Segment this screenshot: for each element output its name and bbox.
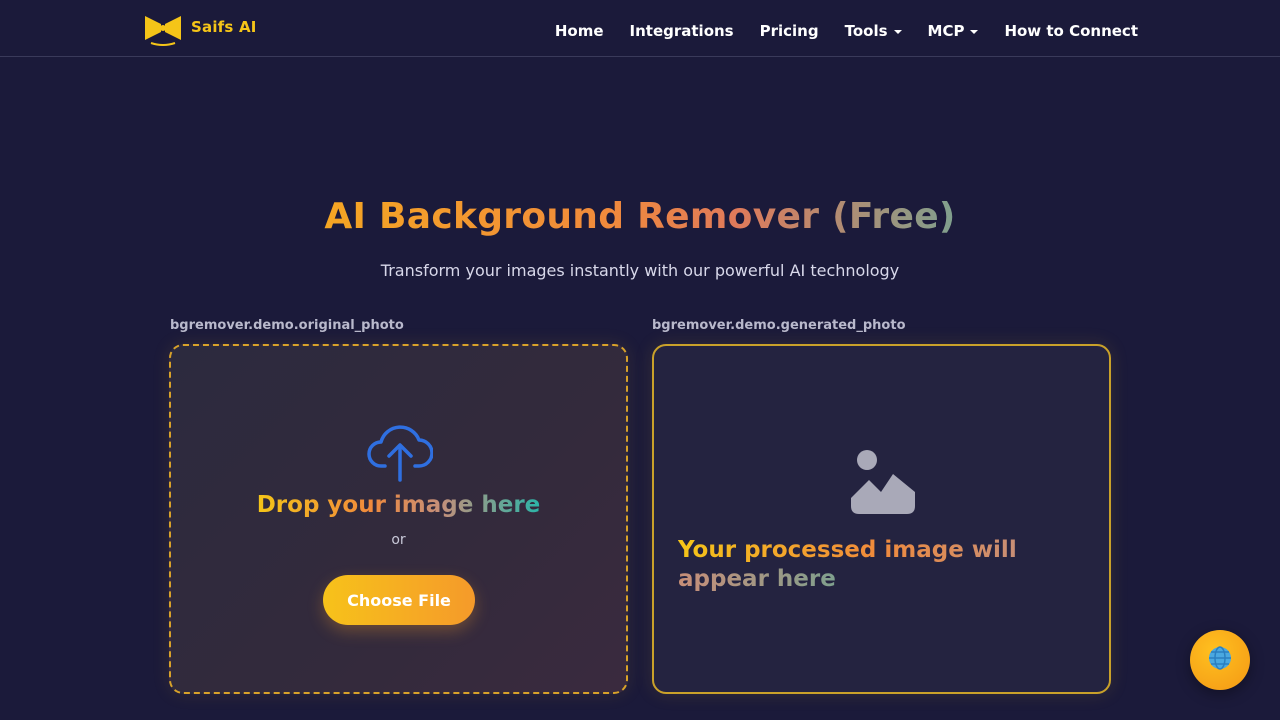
globe-icon [1207, 645, 1233, 675]
nav-links: Home Integrations Pricing Tools MCP How … [555, 22, 1138, 40]
language-button[interactable] [1190, 630, 1250, 690]
nav-home-label: Home [554, 22, 604, 40]
result-panel: Your processed image will appear here [652, 344, 1111, 694]
page-title: AI Background Remover (Free) [0, 196, 1280, 237]
nav-pricing[interactable]: Pricing [760, 22, 819, 40]
caret-down-icon [970, 30, 979, 34]
brand-name: Saifs AI [191, 18, 257, 36]
cloud-upload-icon [367, 420, 434, 482]
page-title-text: AI Background Remover (Free) [324, 196, 956, 237]
saifs-logo-icon [143, 12, 183, 46]
brand-logo-link[interactable]: Saifs AI [143, 12, 257, 46]
nav-mcp-label: MCP [927, 22, 965, 40]
nav-mcp-dropdown[interactable]: MCP [928, 22, 979, 40]
nav-tools-dropdown[interactable]: Tools [845, 22, 902, 40]
page-subtitle: Transform your images instantly with our… [380, 261, 900, 280]
drop-instructions: Drop your image here [171, 492, 626, 518]
generated-photo-label: bgremover.demo.generated_photo [652, 318, 906, 333]
upload-dropzone[interactable]: Drop your image here or Choose File [169, 344, 628, 694]
result-placeholder-text: Your processed image will appear here [678, 537, 1017, 592]
result-placeholder: Your processed image will appear here [678, 536, 1078, 594]
nav-how-to-connect-label: How to Connect [1004, 22, 1138, 40]
original-photo-label: bgremover.demo.original_photo [170, 318, 404, 333]
nav-integrations[interactable]: Integrations [630, 22, 734, 40]
top-navbar: Saifs AI Home Integrations Pricing Tools… [0, 0, 1280, 57]
nav-tools-label: Tools [844, 22, 888, 40]
or-separator: or [391, 532, 406, 548]
choose-file-button[interactable]: Choose File [323, 575, 475, 625]
nav-pricing-label: Pricing [759, 22, 819, 40]
image-placeholder-icon [849, 446, 917, 516]
caret-down-icon [893, 30, 902, 34]
drop-instructions-text: Drop your image here [256, 492, 541, 518]
nav-how-to-connect[interactable]: How to Connect [1004, 22, 1138, 40]
nav-home[interactable]: Home [555, 22, 604, 40]
nav-integrations-label: Integrations [629, 22, 734, 40]
